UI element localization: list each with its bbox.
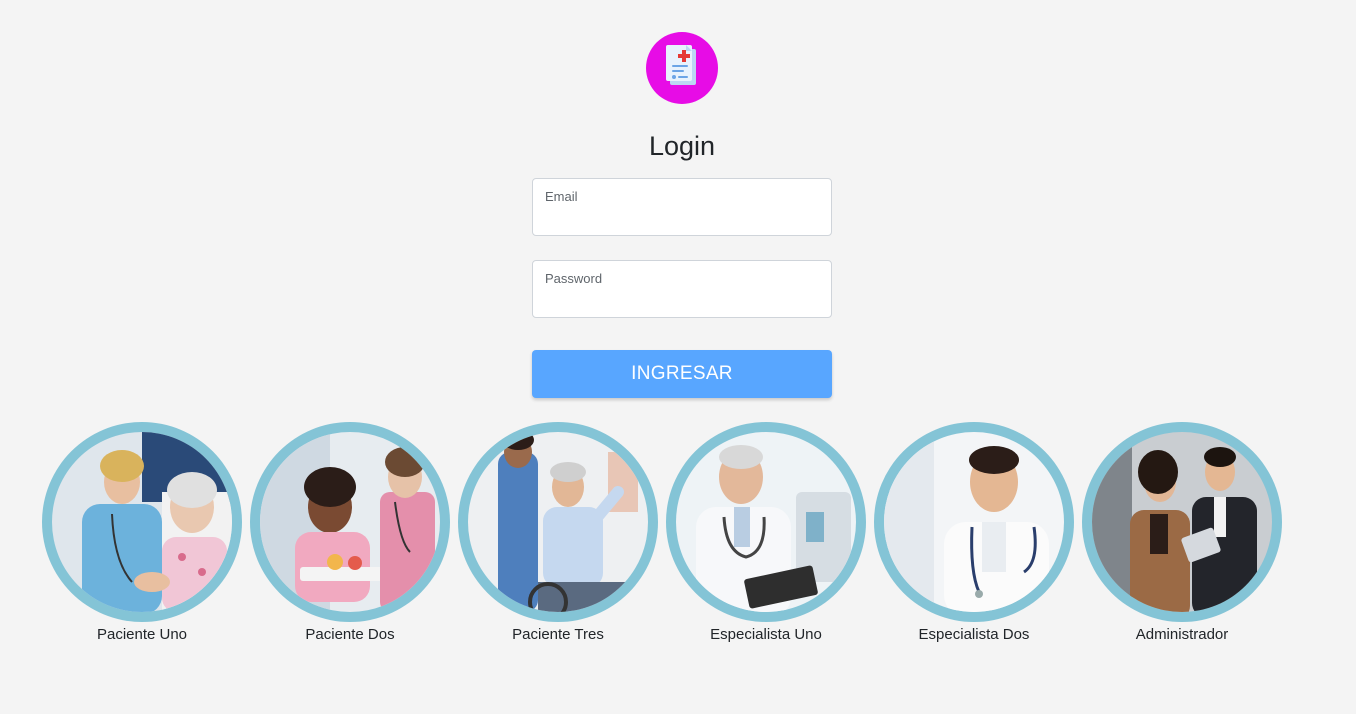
nurse-with-elderly-patient-photo bbox=[52, 432, 232, 612]
avatar bbox=[42, 422, 242, 622]
email-field[interactable]: Email bbox=[532, 178, 832, 236]
login-button[interactable]: INGRESAR bbox=[532, 350, 832, 398]
young-doctor-photo bbox=[884, 432, 1064, 612]
avatar bbox=[250, 422, 450, 622]
avatar bbox=[458, 422, 658, 622]
avatar bbox=[1082, 422, 1282, 622]
page-title: Login bbox=[648, 131, 716, 161]
medical-report-icon bbox=[666, 45, 696, 85]
quick-user-administrador[interactable]: Administrador bbox=[1082, 422, 1282, 652]
quick-user-paciente-tres[interactable]: Paciente Tres bbox=[458, 422, 658, 652]
quick-user-especialista-dos[interactable]: Especialista Dos bbox=[874, 422, 1074, 652]
quick-user-especialista-uno[interactable]: Especialista Uno bbox=[666, 422, 866, 652]
quick-user-paciente-dos[interactable]: Paciente Dos bbox=[250, 422, 450, 652]
quick-user-label: Especialista Dos bbox=[918, 626, 1030, 643]
patient-in-hospital-bed-photo bbox=[260, 432, 440, 612]
app-logo bbox=[646, 32, 718, 104]
email-input[interactable] bbox=[545, 207, 817, 229]
avatar bbox=[666, 422, 866, 622]
password-input[interactable] bbox=[545, 289, 817, 311]
email-label: Email bbox=[545, 189, 578, 204]
quick-user-label: Paciente Tres bbox=[512, 626, 604, 643]
quick-user-label: Administrador bbox=[1135, 626, 1229, 643]
patient-in-wheelchair-photo bbox=[468, 432, 648, 612]
quick-user-label: Especialista Uno bbox=[710, 626, 822, 643]
quick-user-label: Paciente Dos bbox=[305, 626, 395, 643]
avatar bbox=[874, 422, 1074, 622]
quick-user-label: Paciente Uno bbox=[96, 626, 188, 643]
quick-user-paciente-uno[interactable]: Paciente Uno bbox=[42, 422, 242, 652]
password-label: Password bbox=[545, 271, 603, 286]
password-field[interactable]: Password bbox=[532, 260, 832, 318]
business-people-photo bbox=[1092, 432, 1272, 612]
senior-doctor-photo bbox=[676, 432, 856, 612]
